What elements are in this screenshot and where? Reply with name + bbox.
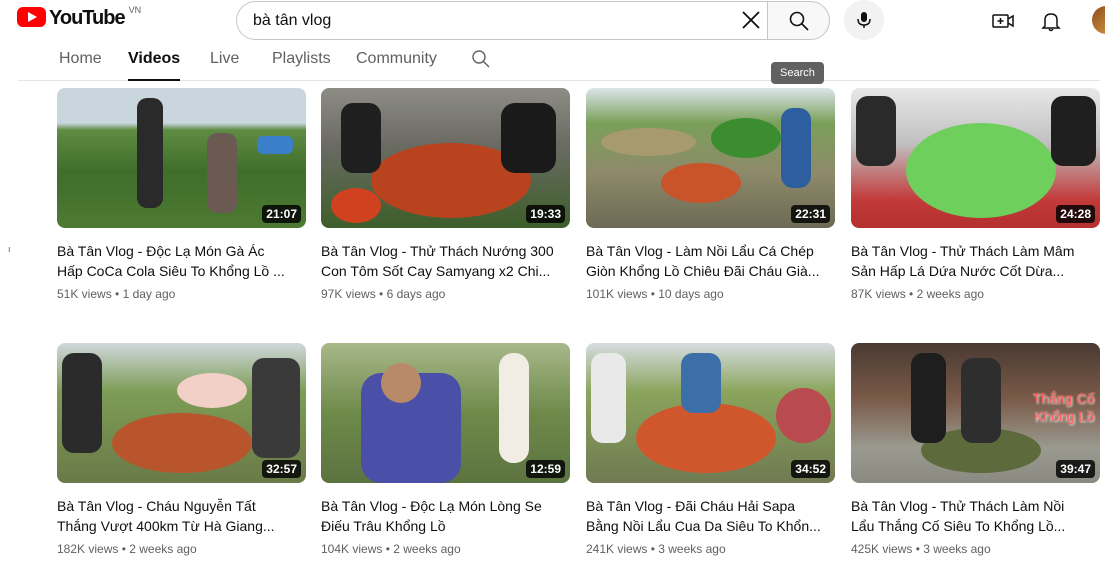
search-tooltip: Search xyxy=(771,62,824,84)
video-duration: 19:33 xyxy=(526,205,565,223)
video-thumbnail[interactable]: 12:59 xyxy=(321,343,570,483)
view-count: 51K views xyxy=(57,287,112,301)
video-meta: 101K views • 10 days ago xyxy=(586,287,724,301)
video-title[interactable]: Bà Tân Vlog - Thử Thách Làm Nồi Lẩu Thắn… xyxy=(851,496,1087,536)
view-count: 241K views xyxy=(586,542,648,556)
tab-videos[interactable]: Videos xyxy=(128,50,181,81)
upload-age: 2 weeks ago xyxy=(916,287,984,301)
video-card: 21:07 Bà Tân Vlog - Độc Lạ Món Gà Ác Hấp… xyxy=(57,88,306,301)
youtube-logo[interactable]: YouTube VN xyxy=(17,5,142,29)
video-thumbnail[interactable]: 32:57 xyxy=(57,343,306,483)
upload-age: 2 weeks ago xyxy=(129,542,197,556)
video-thumbnail[interactable]: 24:28 xyxy=(851,88,1100,228)
search-icon xyxy=(789,11,809,31)
play-logo-icon xyxy=(17,7,46,27)
video-duration: 22:31 xyxy=(791,205,830,223)
video-meta: 87K views • 2 weeks ago xyxy=(851,287,984,301)
video-thumbnail[interactable]: 19:33 xyxy=(321,88,570,228)
view-count: 182K views xyxy=(57,542,119,556)
side-marker: ı xyxy=(8,244,11,254)
tab-playlists[interactable]: Playlists xyxy=(272,50,331,81)
logo-text: YouTube xyxy=(49,7,126,29)
video-card: 32:57 Bà Tân Vlog - Cháu Nguyễn Tất Thắn… xyxy=(57,343,306,556)
voice-search-button[interactable] xyxy=(844,0,884,40)
view-count: 104K views xyxy=(321,542,383,556)
upload-age: 3 weeks ago xyxy=(923,542,991,556)
video-duration: 12:59 xyxy=(526,460,565,478)
video-duration: 32:57 xyxy=(262,460,301,478)
view-count: 97K views xyxy=(321,287,376,301)
channel-search-icon[interactable] xyxy=(471,49,491,69)
video-thumbnail[interactable]: 34:52 xyxy=(586,343,835,483)
video-card: 34:52 Bà Tân Vlog - Đãi Cháu Hải Sapa Bằ… xyxy=(586,343,835,556)
view-count: 87K views xyxy=(851,287,906,301)
bell-icon xyxy=(1041,13,1061,32)
channel-tabs: Home Videos Live Playlists Community xyxy=(18,44,1100,81)
video-duration: 24:28 xyxy=(1056,205,1095,223)
video-title[interactable]: Bà Tân Vlog - Cháu Nguyễn Tất Thắng Vượt… xyxy=(57,496,293,536)
video-meta: 51K views • 1 day ago xyxy=(57,287,176,301)
video-card: Thắng Cố Khổng Lồ 39:47 Bà Tân Vlog - Th… xyxy=(851,343,1100,556)
upload-age: 1 day ago xyxy=(122,287,176,301)
tab-home[interactable]: Home xyxy=(59,50,102,81)
overlay-line-1: Thắng Cố xyxy=(1032,390,1094,406)
video-title[interactable]: Bà Tân Vlog - Thử Thách Làm Mâm Sản Hấp … xyxy=(851,241,1087,281)
mic-icon xyxy=(857,12,871,28)
video-title[interactable]: Bà Tân Vlog - Độc Lạ Món Lòng Se Điếu Tr… xyxy=(321,496,557,536)
upload-age: 6 days ago xyxy=(386,287,446,301)
video-title[interactable]: Bà Tân Vlog - Độc Lạ Món Gà Ác Hấp CoCa … xyxy=(57,241,293,281)
view-count: 425K views xyxy=(851,542,913,556)
upload-age: 3 weeks ago xyxy=(658,542,726,556)
view-count: 101K views xyxy=(586,287,648,301)
tab-community[interactable]: Community xyxy=(356,50,437,81)
video-duration: 39:47 xyxy=(1056,460,1095,478)
create-button[interactable] xyxy=(990,8,1016,34)
overlay-line-2: Khổng Lồ xyxy=(1034,408,1094,424)
upload-age: 2 weeks ago xyxy=(393,542,461,556)
video-card: 12:59 Bà Tân Vlog - Độc Lạ Món Lòng Se Đ… xyxy=(321,343,570,556)
video-duration: 21:07 xyxy=(262,205,301,223)
video-title[interactable]: Bà Tân Vlog - Đãi Cháu Hải Sapa Bằng Nồi… xyxy=(586,496,822,536)
video-meta: 104K views • 2 weeks ago xyxy=(321,542,461,556)
video-thumbnail[interactable]: Thắng Cố Khổng Lồ 39:47 xyxy=(851,343,1100,483)
video-thumbnail[interactable]: 22:31 xyxy=(586,88,835,228)
video-meta: 241K views • 3 weeks ago xyxy=(586,542,726,556)
video-title[interactable]: Bà Tân Vlog - Làm Nồi Lẩu Cá Chép Giòn K… xyxy=(586,241,822,281)
video-duration: 34:52 xyxy=(791,460,830,478)
search-box xyxy=(236,1,767,40)
video-meta: 425K views • 3 weeks ago xyxy=(851,542,991,556)
search-input[interactable] xyxy=(253,11,723,30)
thumbnail-overlay-text: Thắng Cố Khổng Lồ xyxy=(1033,389,1094,425)
video-meta: 182K views • 2 weeks ago xyxy=(57,542,197,556)
top-bar: YouTube VN xyxy=(0,0,1105,40)
create-icon xyxy=(992,14,1014,28)
video-card: 24:28 Bà Tân Vlog - Thử Thách Làm Mâm Sả… xyxy=(851,88,1100,301)
clear-search-button[interactable] xyxy=(740,9,762,31)
video-meta: 97K views • 6 days ago xyxy=(321,287,446,301)
video-card: 19:33 Bà Tân Vlog - Thử Thách Nướng 300 … xyxy=(321,88,570,301)
avatar[interactable] xyxy=(1092,6,1105,34)
tab-live[interactable]: Live xyxy=(210,50,239,81)
video-title[interactable]: Bà Tân Vlog - Thử Thách Nướng 300 Con Tô… xyxy=(321,241,557,281)
notifications-button[interactable] xyxy=(1038,8,1064,34)
upload-age: 10 days ago xyxy=(658,287,724,301)
video-card: 22:31 Bà Tân Vlog - Làm Nồi Lẩu Cá Chép … xyxy=(586,88,835,301)
search-button[interactable] xyxy=(767,1,830,40)
video-thumbnail[interactable]: 21:07 xyxy=(57,88,306,228)
region-code: VN xyxy=(128,5,142,15)
clear-icon xyxy=(742,11,760,29)
